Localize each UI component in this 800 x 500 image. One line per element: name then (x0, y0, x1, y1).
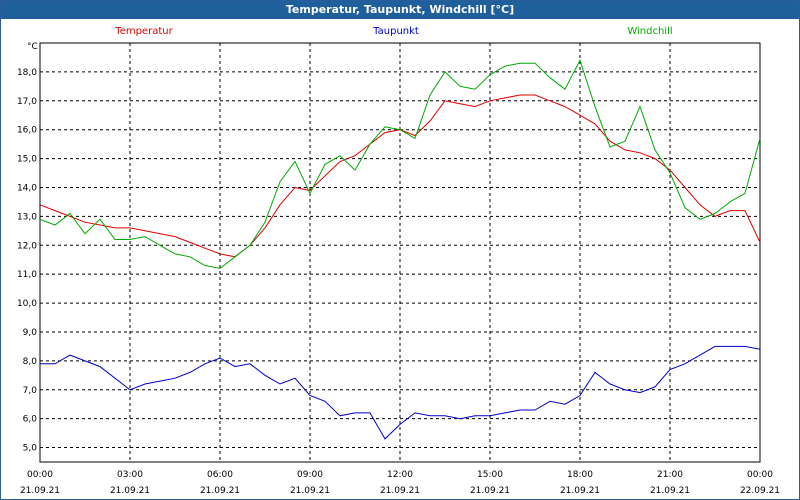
y-axis-unit-label: °C (27, 42, 38, 52)
y-tick-label: 18,0 (17, 68, 37, 78)
x-tick-date: 21.09.21 (20, 486, 60, 496)
x-tick-time: 12:00 (387, 470, 413, 480)
grid (40, 43, 760, 462)
x-axis-ticks: 00:00 21.09.21 03:00 21.09.21 06:00 21.09.21 0… (20, 470, 780, 496)
x-tick-date: 21.09.21 (560, 486, 600, 496)
legend-taupunkt: Taupunkt (372, 26, 419, 37)
y-tick-label: 7,0 (23, 386, 38, 396)
x-tick-date: 21.09.21 (380, 486, 420, 496)
x-tick-date: 21.09.21 (650, 486, 690, 496)
legend-temperatur: Temperatur (114, 26, 173, 37)
y-tick-label: 12,0 (17, 241, 37, 251)
y-tick-label: 17,0 (17, 97, 37, 107)
y-tick-label: 9,0 (23, 328, 38, 338)
y-axis-ticks: 5,0 6,0 7,0 8,0 9,0 10,0 11,0 12,0 13,0 14,0 15,0 1… (17, 68, 37, 454)
y-tick-label: 14,0 (17, 183, 37, 193)
x-tick-time: 00:00 (747, 470, 773, 480)
y-tick-label: 11,0 (17, 270, 37, 280)
y-tick-label: 10,0 (17, 299, 37, 309)
x-tick-time: 06:00 (207, 470, 233, 480)
x-tick-time: 03:00 (117, 470, 143, 480)
x-tick-date: 21.09.21 (110, 486, 150, 496)
x-tick-date: 21.09.21 (200, 486, 240, 496)
x-tick-date: 21.09.21 (290, 486, 330, 496)
y-tick-label: 13,0 (17, 212, 37, 222)
x-tick-date: 22.09.21 (740, 486, 780, 496)
line-chart: °C 5,0 6,0 7,0 8,0 9,0 10,0 11,0 12,0 13,0 14,0 15… (17, 26, 780, 496)
x-tick-time: 09:00 (297, 470, 323, 480)
legend: Temperatur Taupunkt Windchill (114, 26, 672, 37)
y-tick-label: 15,0 (17, 155, 37, 165)
x-tick-time: 18:00 (567, 470, 593, 480)
y-tick-label: 5,0 (23, 444, 38, 454)
y-tick-label: 8,0 (23, 357, 38, 367)
legend-windchill: Windchill (627, 26, 672, 37)
x-tick-time: 00:00 (27, 470, 53, 480)
x-tick-time: 15:00 (477, 470, 503, 480)
y-tick-label: 6,0 (23, 415, 38, 425)
x-tick-time: 21:00 (657, 470, 683, 480)
x-tick-date: 21.09.21 (470, 486, 510, 496)
y-tick-label: 16,0 (17, 126, 37, 136)
